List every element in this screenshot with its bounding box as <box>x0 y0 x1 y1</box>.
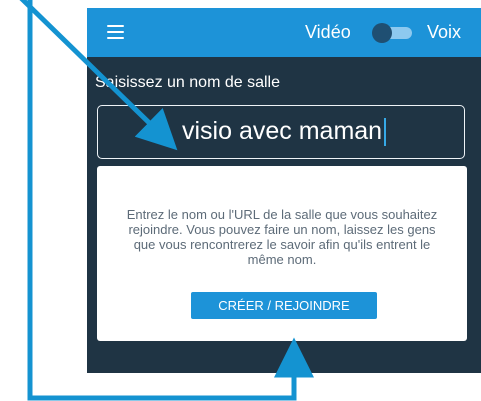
screenshot-canvas: Vidéo Voix Saisissez un nom de salle vis… <box>0 0 481 401</box>
room-name-prompt: Saisissez un nom de salle <box>95 74 280 91</box>
toggle-knob <box>372 23 392 43</box>
create-join-button[interactable]: CRÉER / REJOINDRE <box>191 292 377 319</box>
hamburger-menu-icon[interactable] <box>107 25 124 39</box>
voice-mode-label: Voix <box>427 22 462 42</box>
text-cursor <box>384 118 387 146</box>
room-name-input[interactable]: visio avec maman <box>97 105 465 159</box>
room-help-card: Entrez le nom ou l'URL de la salle que v… <box>97 166 467 341</box>
room-name-text: visio avec maman <box>182 117 383 145</box>
video-voice-toggle[interactable] <box>372 23 412 43</box>
room-help-text: Entrez le nom ou l'URL de la salle que v… <box>126 207 438 267</box>
room-name-value: visio avec maman <box>182 116 387 146</box>
app-bar: Vidéo Voix <box>87 8 481 57</box>
video-mode-label: Vidéo <box>305 22 351 42</box>
mobile-app-screen: Vidéo Voix Saisissez un nom de salle vis… <box>87 8 481 373</box>
